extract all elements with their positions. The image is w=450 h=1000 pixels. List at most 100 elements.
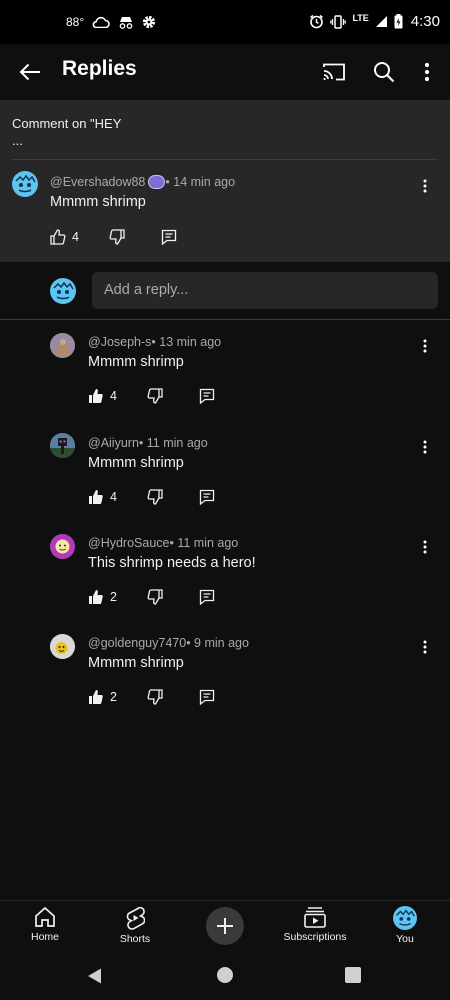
avatar[interactable] — [50, 333, 75, 358]
reply-button[interactable] — [161, 227, 177, 247]
temperature: 88° — [66, 15, 85, 29]
dislike-button[interactable] — [109, 227, 125, 247]
reply-icon — [199, 589, 215, 605]
author-name[interactable]: @Aiiyurn — [88, 436, 139, 450]
avatar-evershadow-icon — [15, 174, 36, 193]
create-button[interactable] — [206, 907, 244, 945]
back-button[interactable] — [16, 58, 44, 86]
nav-subscriptions[interactable]: Subscriptions — [275, 906, 355, 943]
reply-input[interactable]: Add a reply... — [92, 272, 438, 309]
dislike-button[interactable] — [147, 487, 163, 507]
nav-shorts-label: Shorts — [119, 933, 151, 945]
cast-button[interactable] — [318, 56, 350, 88]
comment-meta: @Aiiyurn • 11 min ago — [88, 436, 208, 450]
like-button[interactable]: 4 — [88, 386, 117, 406]
author-name[interactable]: @goldenguy7470 — [88, 636, 186, 650]
like-count: 4 — [110, 490, 117, 504]
comment-options-button[interactable] — [415, 435, 435, 459]
status-right: LTE 4:30 — [309, 13, 440, 30]
alarm-icon — [310, 14, 324, 29]
comment-options-button[interactable] — [415, 174, 435, 198]
thumbs-up-outline-icon — [50, 229, 66, 245]
comment-context[interactable]: Comment on "HEY ... — [12, 115, 432, 149]
system-recents-button[interactable] — [345, 967, 361, 983]
reply-button[interactable] — [199, 687, 215, 707]
avatar-goldenguy-icon — [50, 634, 75, 659]
avatar[interactable] — [12, 171, 38, 197]
avatar[interactable] — [50, 433, 75, 458]
divider — [12, 159, 438, 160]
thumbs-up-filled-icon — [89, 690, 103, 704]
signal-icon — [375, 16, 387, 27]
search-button[interactable] — [368, 56, 400, 88]
subscriptions-icon — [304, 907, 326, 928]
reply-placeholder: Add a reply... — [104, 282, 189, 298]
comment-context-text: Comment on "HEY ... — [12, 116, 122, 148]
system-home-button[interactable] — [217, 967, 233, 983]
like-button[interactable]: 2 — [88, 587, 117, 607]
comment-text: Mmmm shrimp — [88, 354, 184, 370]
comment-meta: @Joseph-s • 13 min ago — [88, 335, 221, 349]
more-vert-icon — [423, 640, 427, 654]
thumbs-down-outline-icon — [147, 589, 163, 605]
like-count: 4 — [72, 230, 79, 244]
thumbs-down-outline-icon — [147, 689, 163, 705]
avatar[interactable] — [50, 534, 75, 559]
app-bar: Replies — [0, 44, 450, 100]
comment-options-button[interactable] — [415, 535, 435, 559]
timestamp: • 11 min ago — [169, 536, 239, 550]
like-button[interactable]: 4 — [88, 487, 117, 507]
cloud-icon — [92, 16, 110, 28]
more-vert-icon — [423, 540, 427, 554]
parent-comment: Comment on "HEY ... @Evershadow88 • 14 m… — [0, 100, 450, 262]
reply-button[interactable] — [199, 487, 215, 507]
bottom-nav: Home Shorts Subscriptions You — [0, 900, 450, 953]
nav-shorts[interactable]: Shorts — [95, 906, 175, 945]
like-count: 2 — [110, 590, 117, 604]
search-icon — [374, 62, 395, 83]
comment-text: This shrimp needs a hero! — [88, 555, 256, 571]
comment-options-button[interactable] — [415, 334, 435, 358]
more-options-button[interactable] — [411, 56, 443, 88]
avatar — [50, 278, 76, 304]
author-name[interactable]: @Evershadow88 — [50, 175, 145, 189]
timestamp: • 13 min ago — [151, 335, 222, 349]
like-button[interactable]: 4 — [50, 227, 79, 247]
timestamp: • 11 min ago — [138, 436, 208, 450]
thumbs-down-outline-icon — [109, 229, 125, 245]
comment-meta: @goldenguy7470 • 9 min ago — [88, 636, 249, 650]
comment-text: Mmmm shrimp — [50, 194, 146, 210]
thumbs-up-filled-icon — [89, 590, 103, 604]
system-nav-bar — [0, 953, 450, 1000]
reply-icon — [199, 388, 215, 404]
author-name[interactable]: @Joseph-s — [88, 335, 151, 349]
nav-you[interactable]: You — [365, 906, 445, 945]
more-vert-icon — [423, 339, 427, 353]
dislike-button[interactable] — [147, 386, 163, 406]
nav-home[interactable]: Home — [5, 906, 85, 943]
dislike-button[interactable] — [147, 587, 163, 607]
avatar-joseph-icon — [50, 333, 75, 358]
dislike-button[interactable] — [147, 687, 163, 707]
more-vert-icon — [423, 179, 427, 193]
reply-icon — [199, 489, 215, 505]
comment-meta: @Evershadow88 • 14 min ago — [50, 175, 235, 189]
comment-options-button[interactable] — [415, 635, 435, 659]
comment-meta: @HydroSauce • 11 min ago — [88, 536, 238, 550]
home-icon — [35, 906, 55, 927]
like-button[interactable]: 2 — [88, 687, 117, 707]
author-name[interactable]: @HydroSauce — [88, 536, 169, 550]
cast-icon — [323, 63, 345, 81]
avatar[interactable] — [50, 634, 75, 659]
reply-button[interactable] — [199, 386, 215, 406]
comment-text: Mmmm shrimp — [88, 655, 184, 671]
system-back-button[interactable] — [86, 967, 104, 985]
reply-icon — [161, 229, 177, 245]
reply-button[interactable] — [199, 587, 215, 607]
member-badge-icon — [148, 175, 166, 189]
shorts-icon — [126, 906, 145, 930]
battery-icon — [394, 14, 403, 29]
arrow-left-icon — [19, 63, 40, 81]
gear-icon — [143, 15, 156, 29]
incognito-icon — [119, 16, 133, 29]
